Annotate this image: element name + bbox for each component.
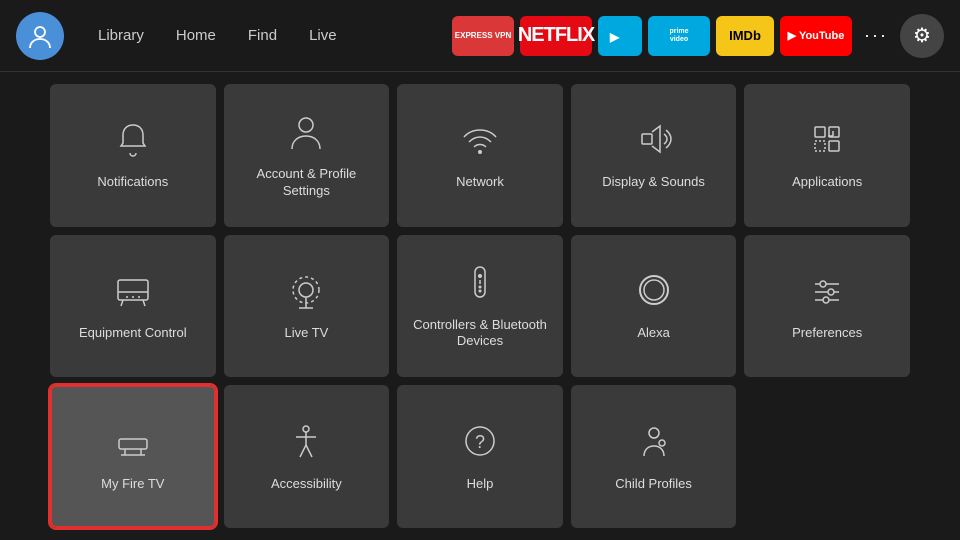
nav-home[interactable]: Home: [162, 21, 230, 50]
my-fire-tv-label: My Fire TV: [101, 476, 164, 493]
grid-item-live-tv[interactable]: Live TV: [224, 235, 390, 378]
notifications-label: Notifications: [97, 174, 168, 191]
applications-label: Applications: [792, 174, 862, 191]
equipment-control-label: Equipment Control: [79, 325, 187, 342]
more-button[interactable]: ···: [858, 18, 894, 54]
speaker-icon: [634, 119, 674, 164]
grid-item-equipment-control[interactable]: Equipment Control: [50, 235, 216, 378]
top-nav: Library Home Find Live EXPRESS VPN NETFL…: [0, 0, 960, 72]
sliders-icon: [807, 270, 847, 315]
child-profiles-label: Child Profiles: [615, 476, 692, 493]
expressvpn-icon[interactable]: EXPRESS VPN: [452, 16, 514, 56]
grid-item-account-profile[interactable]: Account & Profile Settings: [224, 84, 390, 227]
preferences-label: Preferences: [792, 325, 862, 342]
antenna-icon: [286, 270, 326, 315]
help-label: Help: [467, 476, 494, 493]
grid-item-notifications[interactable]: Notifications: [50, 84, 216, 227]
grid-item-display-sounds[interactable]: Display & Sounds: [571, 84, 737, 227]
grid-item-network[interactable]: Network: [397, 84, 563, 227]
help-icon: ?: [460, 421, 500, 466]
avatar[interactable]: [16, 12, 64, 60]
accessibility-icon: [286, 421, 326, 466]
grid-item-help[interactable]: ? Help: [397, 385, 563, 528]
grid-item-preferences[interactable]: Preferences: [744, 235, 910, 378]
tv-icon: [113, 270, 153, 315]
grid-item-alexa[interactable]: Alexa: [571, 235, 737, 378]
live-tv-label: Live TV: [284, 325, 328, 342]
svg-text:▶: ▶: [609, 30, 620, 44]
grid-item-accessibility[interactable]: Accessibility: [224, 385, 390, 528]
remote-icon: [460, 262, 500, 307]
settings-button[interactable]: ⚙: [900, 14, 944, 58]
wifi-icon: [460, 119, 500, 164]
netflix-icon[interactable]: NETFLIX: [520, 16, 592, 56]
imdb-icon[interactable]: IMDb: [716, 16, 774, 56]
nav-links: Library Home Find Live: [84, 21, 351, 50]
network-label: Network: [456, 174, 504, 191]
accessibility-label: Accessibility: [271, 476, 342, 493]
nav-live[interactable]: Live: [295, 21, 351, 50]
person-icon: [286, 111, 326, 156]
grid-item-my-fire-tv[interactable]: My Fire TV: [50, 385, 216, 528]
alexa-label: Alexa: [637, 325, 670, 342]
apps-icon: [807, 119, 847, 164]
youtube-icon[interactable]: ▶ YouTube: [780, 16, 852, 56]
app-icons: EXPRESS VPN NETFLIX ▶ primevideo IMDb ▶ …: [452, 14, 944, 58]
controllers-bluetooth-label: Controllers & Bluetooth Devices: [405, 317, 555, 351]
settings-grid: Notifications Account & Profile Settings…: [0, 72, 960, 540]
account-profile-label: Account & Profile Settings: [232, 166, 382, 200]
grid-item-applications[interactable]: Applications: [744, 84, 910, 227]
grid-item-child-profiles[interactable]: Child Profiles: [571, 385, 737, 528]
nav-library[interactable]: Library: [84, 21, 158, 50]
child-icon: [634, 421, 674, 466]
nav-find[interactable]: Find: [234, 21, 291, 50]
grid-item-controllers-bluetooth[interactable]: Controllers & Bluetooth Devices: [397, 235, 563, 378]
display-sounds-label: Display & Sounds: [602, 174, 705, 191]
bell-icon: [113, 119, 153, 164]
freevee-icon[interactable]: ▶: [598, 16, 642, 56]
svg-text:?: ?: [475, 432, 485, 452]
alexa-icon: [634, 270, 674, 315]
prime-video-icon[interactable]: primevideo: [648, 16, 710, 56]
firetv-icon: [113, 421, 153, 466]
